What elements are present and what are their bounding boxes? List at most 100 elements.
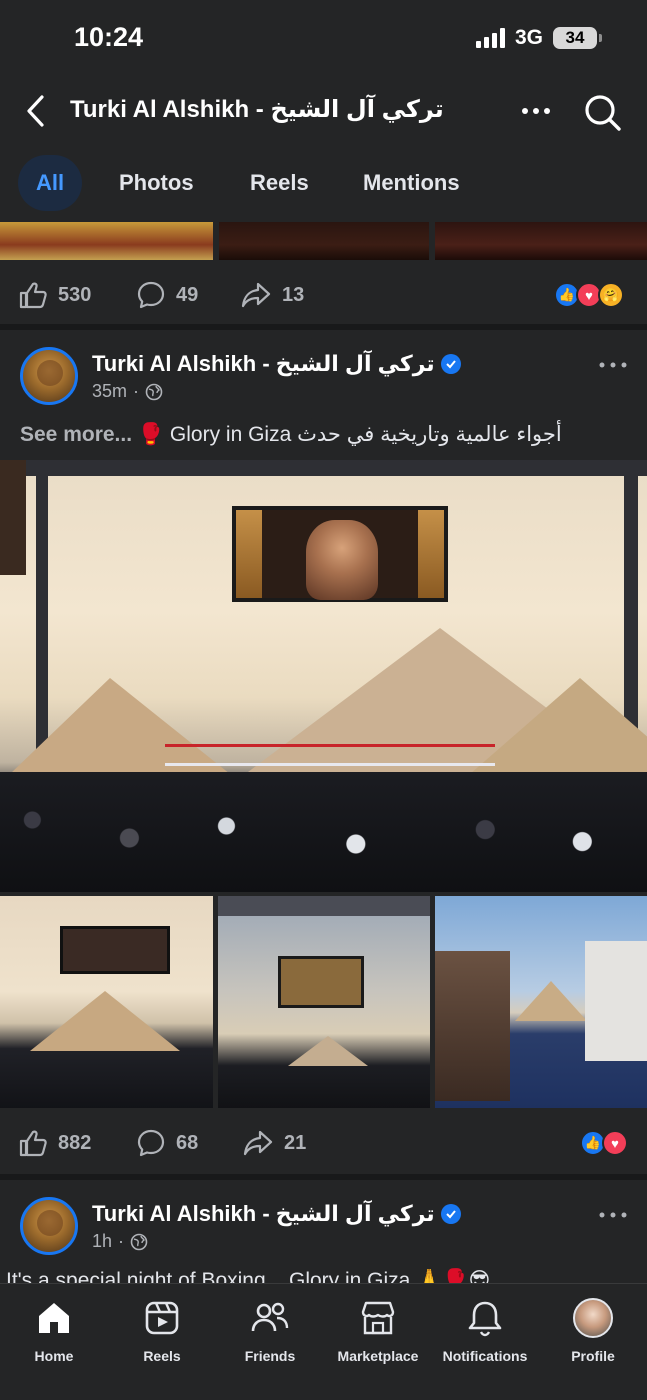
filter-tabs: All Photos Reels Mentions [0,155,647,211]
meta-separator: · [133,381,140,401]
tab-home[interactable]: Home [0,1298,108,1364]
caption-text: أجواء عالمية وتاريخية في حدث Glory in Gi… [137,423,562,446]
post-caption[interactable]: See more... أجواء عالمية وتاريخية في حدث… [20,422,562,447]
tab-profile[interactable]: Profile [539,1298,647,1364]
marketplace-icon [356,1298,400,1338]
photo-thumbnail[interactable] [219,222,429,260]
share-count: 21 [284,1131,307,1154]
reaction-summary[interactable]: 👍 ♥ [580,1130,628,1156]
globe-icon [130,1233,148,1250]
globe-icon [145,383,163,400]
page-header: Turki Al Alshikh - تركي آل الشيخ [0,78,647,144]
post-photo-grid [0,896,647,1108]
post-caption[interactable]: It's a special night of Boxing... Glory … [0,1262,647,1284]
post-header: Turki Al Alshikh - تركي آل الشيخ 1h · [0,1197,647,1267]
tab-label: Friends [244,1348,296,1364]
tent-structure [585,941,647,1061]
friends-icon [248,1298,292,1338]
crowd [0,772,647,892]
status-bar: 10:24 3G 34 [0,0,647,78]
photo-thumbnail[interactable] [435,222,647,260]
comment-icon [137,1129,165,1157]
tab-label: Profile [571,1348,615,1364]
share-icon [243,1130,273,1156]
author-name[interactable]: Turki Al Alshikh - تركي آل الشيخ [92,1201,461,1227]
reels-icon [140,1298,184,1338]
jumbotron-screen [232,506,448,602]
battery-icon: 34 [553,27,602,49]
lighting-truss [0,460,647,476]
lighting-truss [218,896,430,916]
verified-badge-icon [440,354,461,374]
tab-reels[interactable]: Reels [250,155,309,211]
status-time: 10:24 [74,22,144,52]
post-meta: 35m · [92,381,163,402]
author-name[interactable]: Turki Al Alshikh - تركي آل الشيخ [92,351,461,377]
signal-icon [475,28,505,48]
post-more-icon[interactable] [597,1203,629,1227]
comment-count: 49 [176,283,199,306]
author-name-text: Turki Al Alshikh - تركي آل الشيخ [92,351,435,376]
tab-label: Marketplace [337,1348,419,1364]
post-main-photo[interactable] [0,460,647,892]
previous-post-photos[interactable] [0,222,647,260]
battery-level: 34 [565,28,585,47]
like-count: 530 [58,283,92,306]
post-actions: 882 68 21 👍 ♥ [0,1110,647,1176]
tab-label: Reels [143,1348,181,1364]
post-divider [0,1174,647,1180]
post-header: Turki Al Alshikh - تركي آل الشيخ 35m · [0,347,647,417]
like-icon [19,282,47,309]
pyramid [515,981,587,1021]
post-actions: 530 49 13 👍 ♥ 🤗 [0,262,647,328]
like-button[interactable]: 882 [18,1128,91,1158]
network-type: 3G [514,26,543,49]
fighter-image [306,520,378,600]
tab-photos[interactable]: Photos [119,155,194,211]
photo-thumbnail[interactable] [0,222,213,260]
tab-all[interactable]: All [18,155,83,211]
tab-label: Notifications [442,1348,528,1364]
tab-notifications[interactable]: Notifications [431,1298,539,1364]
photo-thumbnail[interactable] [435,896,647,1108]
like-icon [19,1130,47,1157]
verified-badge-icon [440,1204,461,1224]
author-avatar[interactable] [20,1197,78,1255]
photo-thumbnail[interactable] [0,896,213,1108]
bottom-tab-bar: Home Reels Friends Marketplace Notificat… [0,1283,647,1400]
jumbotron-screen [278,956,364,1008]
post-time: 1h [92,1231,113,1251]
screen-banner [236,510,262,598]
comment-icon [137,281,165,309]
photo-thumbnail[interactable] [218,896,430,1108]
more-options-icon[interactable] [520,96,552,126]
share-button[interactable]: 13 [240,280,304,310]
comment-button[interactable]: 68 [136,1128,198,1158]
screen-banner [418,510,444,598]
post-time: 35m [92,381,128,401]
author-avatar[interactable] [20,347,78,405]
reaction-summary[interactable]: 👍 ♥ 🤗 [554,282,624,308]
back-arrow-icon[interactable] [24,94,48,128]
care-reaction-icon: 🤗 [598,282,624,308]
pyramid [30,991,180,1051]
tab-marketplace[interactable]: Marketplace [324,1298,432,1364]
share-icon [241,282,271,308]
side-screen [0,460,26,575]
post-divider [0,324,647,330]
caption-text: It's a special night of Boxing... Glory … [6,1269,491,1284]
share-button[interactable]: 21 [242,1128,306,1158]
like-button[interactable]: 530 [18,280,91,310]
see-more-link[interactable]: See more... [20,423,132,446]
post-more-icon[interactable] [597,353,629,377]
search-icon[interactable] [582,92,622,132]
profile-avatar [571,1298,615,1338]
tab-reels[interactable]: Reels [108,1298,216,1364]
home-icon [32,1298,76,1338]
tab-friends[interactable]: Friends [216,1298,324,1364]
pyramid [470,678,647,774]
tab-label: Home [34,1348,74,1364]
comment-button[interactable]: 49 [136,280,198,310]
tab-mentions[interactable]: Mentions [363,155,460,211]
jumbotron-screen [60,926,170,974]
